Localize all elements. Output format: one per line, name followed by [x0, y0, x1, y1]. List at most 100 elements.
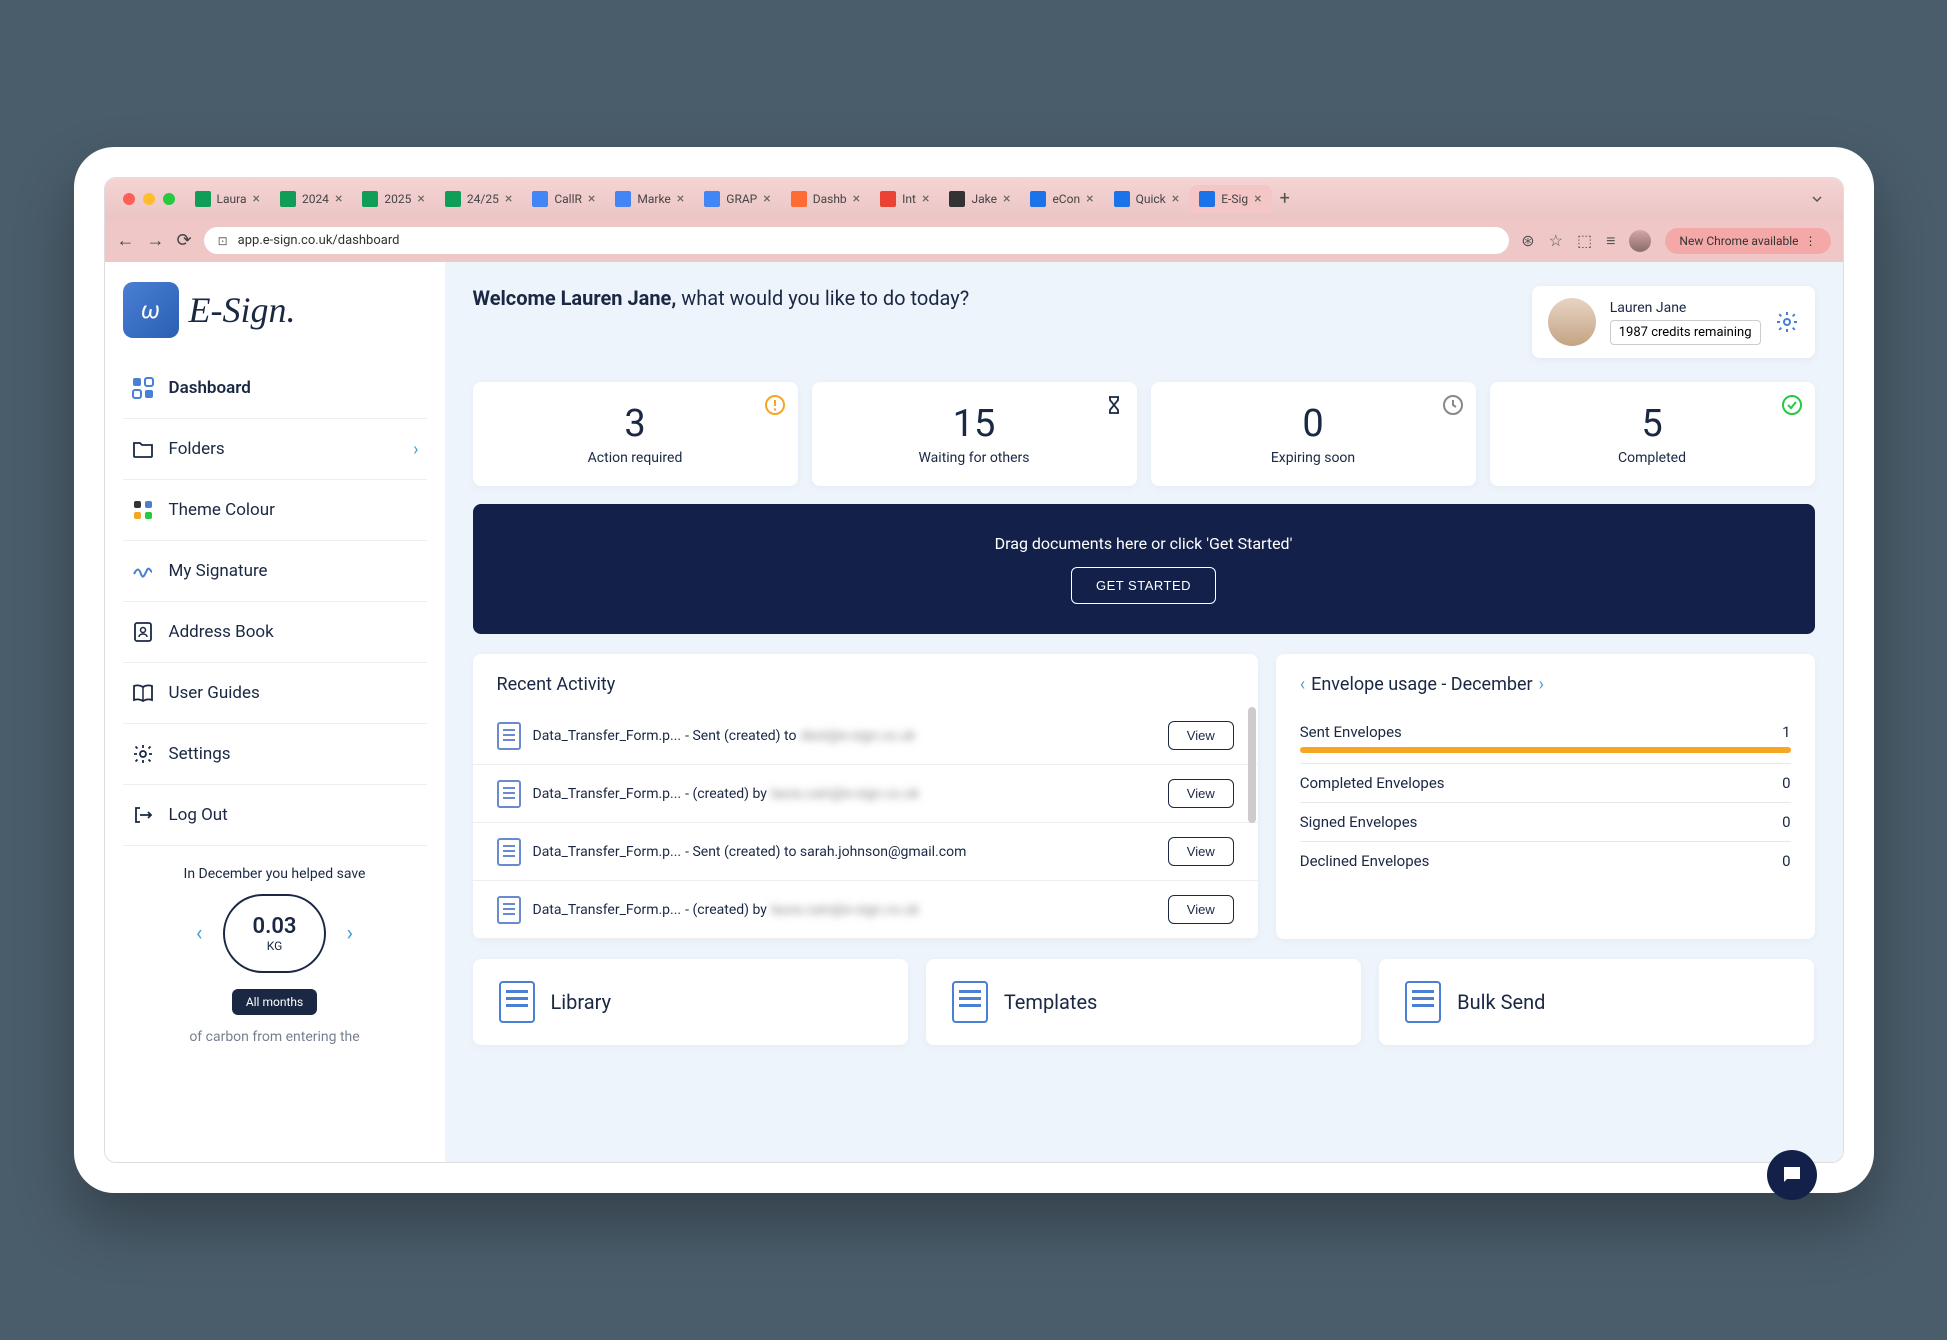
tab-close-icon[interactable]: × — [1172, 191, 1179, 207]
tab-favicon — [949, 191, 965, 207]
close-window-button[interactable] — [123, 193, 135, 205]
view-button[interactable]: View — [1168, 721, 1234, 750]
browser-tab[interactable]: 2025× — [352, 185, 434, 213]
translate-icon[interactable]: ⊛ — [1521, 231, 1534, 250]
browser-tab[interactable]: CallR× — [522, 185, 605, 213]
folder-icon — [131, 437, 155, 461]
quick-card-bulk-send[interactable]: Bulk Send — [1379, 959, 1814, 1045]
tab-close-icon[interactable]: × — [1086, 191, 1093, 207]
tab-close-icon[interactable]: × — [1003, 191, 1010, 207]
document-icon — [497, 722, 521, 750]
browser-tab[interactable]: eCon× — [1020, 185, 1103, 213]
main-content: Welcome Lauren Jane, what would you like… — [445, 262, 1843, 1162]
tab-close-icon[interactable]: × — [922, 191, 929, 207]
stat-card-action-required[interactable]: 3Action required — [473, 382, 798, 486]
usage-next-button[interactable]: › — [1539, 674, 1544, 695]
stat-card-completed[interactable]: 5Completed — [1490, 382, 1815, 486]
document-icon — [497, 780, 521, 808]
maximize-window-button[interactable] — [163, 193, 175, 205]
browser-tab[interactable]: E-Sig× — [1189, 185, 1271, 213]
view-button[interactable]: View — [1168, 895, 1234, 924]
dropzone-text: Drag documents here or click 'Get Starte… — [503, 534, 1785, 553]
usage-title: Envelope usage - December — [1311, 674, 1533, 695]
browser-tab[interactable]: Marke× — [605, 185, 694, 213]
sidebar-item-dashboard[interactable]: Dashboard — [123, 358, 427, 419]
sidebar-item-my-signature[interactable]: My Signature — [123, 541, 427, 602]
browser-tab[interactable]: Laura× — [185, 185, 270, 213]
sidebar-item-label: User Guides — [169, 683, 260, 703]
tab-label: GRAP — [726, 192, 757, 206]
sidebar-item-theme-colour[interactable]: Theme Colour — [123, 480, 427, 541]
view-button[interactable]: View — [1168, 779, 1234, 808]
usage-prev-button[interactable]: ‹ — [1300, 674, 1305, 695]
url-text: app.e-sign.co.uk/dashboard — [238, 233, 400, 248]
sidebar-item-label: Address Book — [169, 622, 274, 642]
tab-favicon — [1199, 191, 1215, 207]
tab-overflow-button[interactable] — [1799, 187, 1835, 211]
sidebar-item-address-book[interactable]: Address Book — [123, 602, 427, 663]
document-dropzone[interactable]: Drag documents here or click 'Get Starte… — [473, 504, 1815, 634]
sidebar-item-user-guides[interactable]: User Guides — [123, 663, 427, 724]
chrome-update-pill[interactable]: New Chrome available ⋮ — [1665, 228, 1830, 254]
minimize-window-button[interactable] — [143, 193, 155, 205]
all-months-button[interactable]: All months — [232, 989, 317, 1015]
eco-prev-button[interactable]: ‹ — [196, 921, 203, 946]
tab-close-icon[interactable]: × — [335, 191, 342, 207]
check-icon — [1781, 394, 1803, 416]
new-tab-button[interactable]: + — [1272, 184, 1298, 213]
tab-close-icon[interactable]: × — [505, 191, 512, 207]
quick-card-library[interactable]: Library — [473, 959, 908, 1045]
tab-close-icon[interactable]: × — [763, 191, 770, 207]
menu-icon[interactable]: ⋮ — [1805, 234, 1817, 248]
tab-close-icon[interactable]: × — [853, 191, 860, 207]
logo-text: E-Sign. — [189, 289, 296, 331]
chat-widget-button[interactable] — [1767, 1150, 1817, 1200]
document-icon — [1405, 981, 1441, 1023]
back-button[interactable]: ← — [117, 230, 135, 251]
browser-tab[interactable]: Quick× — [1104, 185, 1190, 213]
get-started-button[interactable]: GET STARTED — [1071, 567, 1216, 604]
reading-list-icon[interactable]: ≡ — [1606, 231, 1615, 251]
quick-card-templates[interactable]: Templates — [926, 959, 1361, 1045]
browser-tab[interactable]: Int× — [870, 185, 939, 213]
profile-avatar[interactable] — [1629, 230, 1651, 252]
bookmark-icon[interactable]: ☆ — [1549, 231, 1563, 250]
extension-icon[interactable]: ⬚ — [1577, 231, 1592, 250]
tab-close-icon[interactable]: × — [677, 191, 684, 207]
url-input[interactable]: ⊡ app.e-sign.co.uk/dashboard — [204, 227, 1510, 254]
logo-mark: ω — [123, 282, 179, 338]
sidebar-item-log-out[interactable]: Log Out — [123, 785, 427, 846]
eco-next-button[interactable]: › — [346, 921, 353, 946]
tab-close-icon[interactable]: × — [1254, 191, 1261, 207]
browser-tab[interactable]: GRAP × — [694, 185, 780, 213]
reload-button[interactable]: ⟳ — [177, 230, 192, 251]
sidebar-item-label: Log Out — [169, 805, 228, 825]
tab-label: 2024 — [302, 192, 329, 206]
credits-badge: 1987 credits remaining — [1610, 320, 1761, 345]
app-logo[interactable]: ω E-Sign. — [123, 282, 427, 338]
tab-close-icon[interactable]: × — [417, 191, 424, 207]
document-icon — [499, 981, 535, 1023]
activity-text: Data_Transfer_Form.p... - Sent (created)… — [533, 844, 1156, 860]
browser-tab[interactable]: Dashb× — [781, 185, 870, 213]
stat-label: Action required — [493, 450, 778, 466]
book-icon — [131, 681, 155, 705]
welcome-heading: Welcome Lauren Jane, what would you like… — [473, 286, 970, 310]
sidebar-item-settings[interactable]: Settings — [123, 724, 427, 785]
site-info-icon[interactable]: ⊡ — [218, 234, 228, 248]
browser-tab[interactable]: 24/25× — [435, 185, 522, 213]
tab-favicon — [362, 191, 378, 207]
settings-gear-icon[interactable] — [1775, 310, 1799, 334]
view-button[interactable]: View — [1168, 837, 1234, 866]
tab-favicon — [1030, 191, 1046, 207]
tab-close-icon[interactable]: × — [252, 191, 259, 207]
forward-button[interactable]: → — [147, 230, 165, 251]
stat-card-expiring-soon[interactable]: 0Expiring soon — [1151, 382, 1476, 486]
stat-card-waiting-for-others[interactable]: 15Waiting for others — [812, 382, 1137, 486]
sidebar-item-folders[interactable]: Folders› — [123, 419, 427, 480]
browser-tab[interactable]: 2024 × — [270, 185, 352, 213]
scrollbar[interactable] — [1248, 707, 1256, 823]
browser-tab[interactable]: Jake× — [939, 185, 1020, 213]
user-avatar[interactable] — [1548, 298, 1596, 346]
tab-close-icon[interactable]: × — [588, 191, 595, 207]
